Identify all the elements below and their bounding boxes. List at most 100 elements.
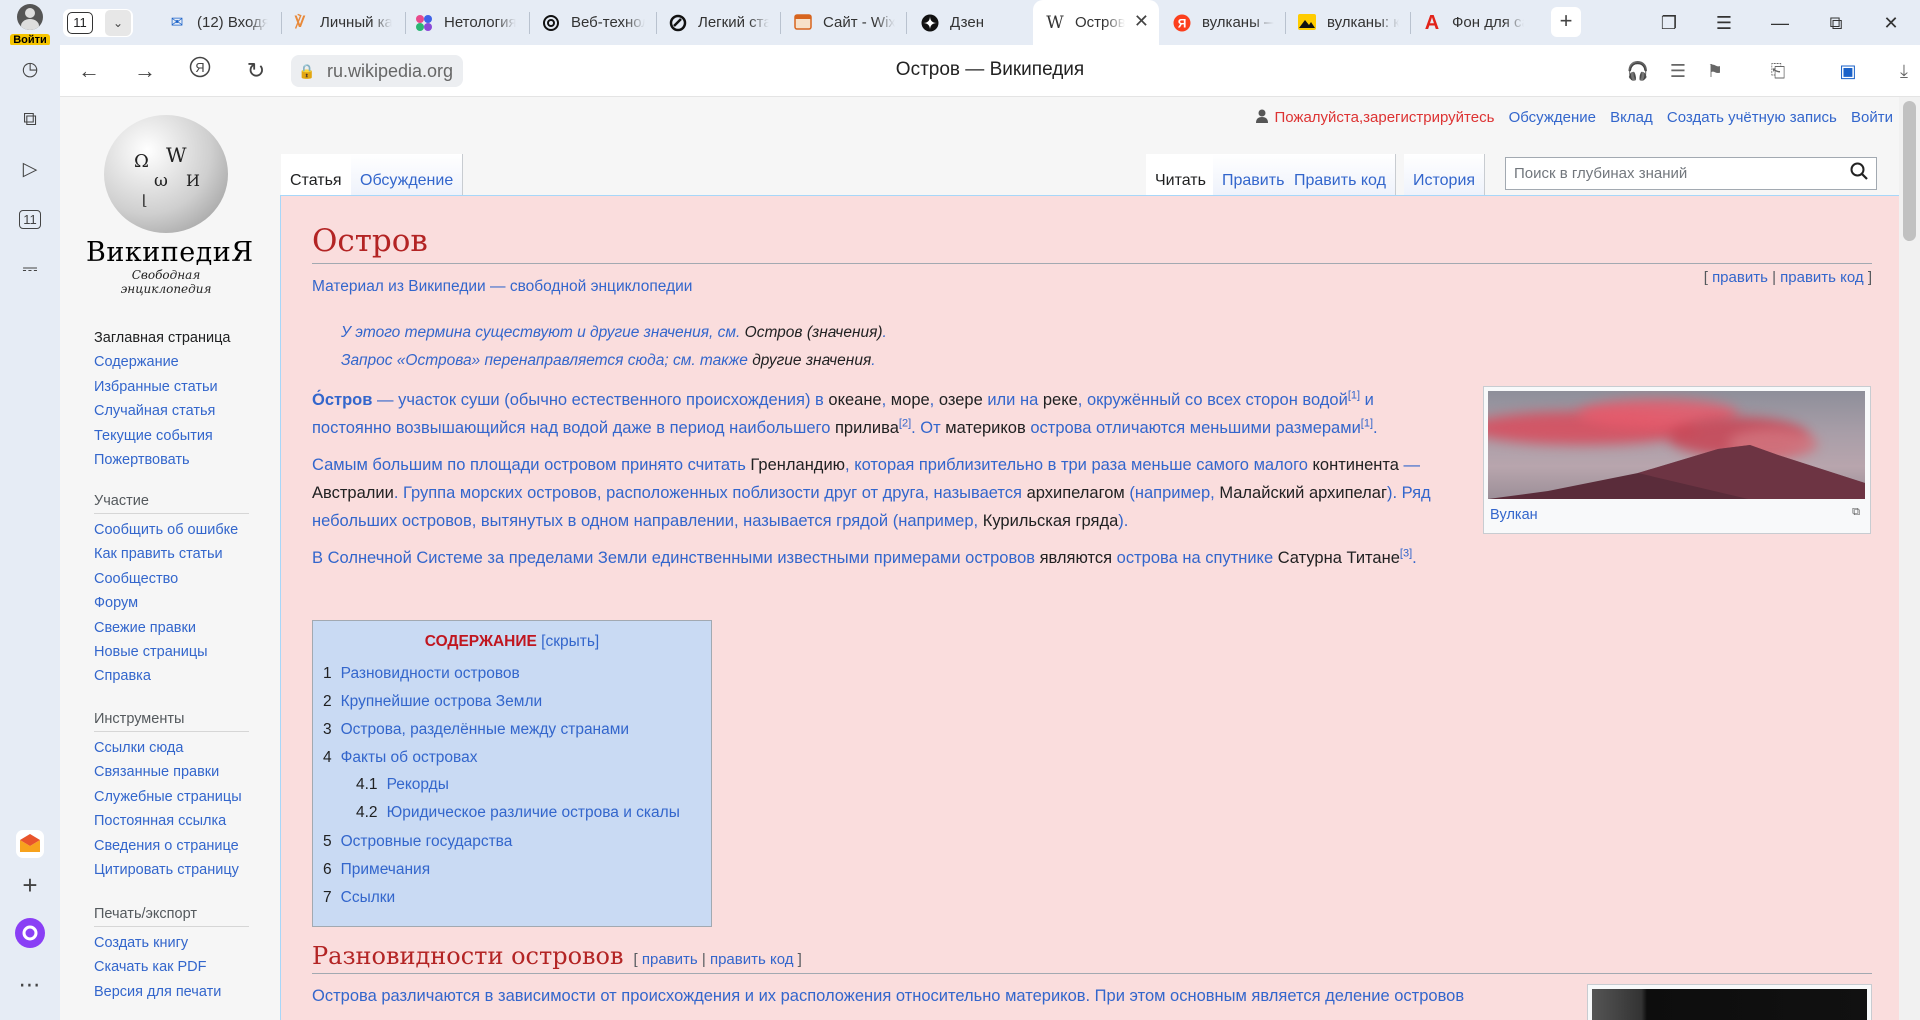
toc-item[interactable]: 2 Крупнейшие острова Земли bbox=[323, 693, 542, 711]
toc-item[interactable]: 5 Островные государства bbox=[323, 833, 512, 851]
volcano-image[interactable] bbox=[1488, 391, 1865, 499]
add-panel-icon[interactable]: + bbox=[15, 870, 45, 900]
search-icon[interactable] bbox=[1846, 161, 1872, 187]
search-input[interactable] bbox=[1506, 158, 1836, 189]
lock-icon[interactable]: 🔒 bbox=[291, 55, 323, 87]
tab-mail[interactable]: ✉ (12) Входящие bbox=[167, 5, 274, 41]
toc-item[interactable]: 7 Ссылки bbox=[323, 889, 395, 907]
reader-mode-icon[interactable]: ☰ bbox=[1663, 56, 1693, 86]
section-edit-link[interactable]: править bbox=[642, 951, 698, 968]
bookmarks-panel-icon[interactable]: ⎗ bbox=[1763, 56, 1793, 86]
yandex-home-icon[interactable]: Я bbox=[185, 56, 215, 86]
volcano-thumbnail[interactable]: Вулкан ⧉ bbox=[1483, 386, 1871, 534]
sidebar-item-donate[interactable]: Пожертвовать bbox=[94, 448, 254, 472]
page-scrollbar[interactable] bbox=[1899, 97, 1920, 1020]
tab-dzen[interactable]: Дзен bbox=[920, 5, 1028, 41]
chevron-down-icon[interactable]: ⌄ bbox=[105, 10, 131, 36]
headphones-icon[interactable]: 🎧 bbox=[1623, 56, 1653, 86]
sidebar-item-permanent-link[interactable]: Постоянная ссылка bbox=[94, 809, 254, 833]
sidebar-item-current-events[interactable]: Текущие события bbox=[94, 424, 254, 448]
toc-item[interactable]: 4 Факты об островах bbox=[323, 749, 477, 767]
sidebar-item-special-pages[interactable]: Служебные страницы bbox=[94, 785, 254, 809]
tab-site[interactable]: Сайт - Wix bbox=[793, 5, 901, 41]
toc-item[interactable]: 6 Примечания bbox=[323, 861, 430, 879]
tab-edit[interactable]: Править bbox=[1213, 154, 1295, 196]
section-thumbnail[interactable] bbox=[1587, 984, 1872, 1020]
tab-counter[interactable]: 11 ⌄ bbox=[63, 9, 133, 37]
screenshot-icon[interactable]: ⎓ bbox=[15, 255, 45, 285]
talk-link[interactable]: Обсуждение bbox=[1509, 109, 1596, 126]
wikipedia-logo[interactable]: Ω W ω И ⌊ ВикипедиЯ Свободная энциклопед… bbox=[86, 115, 253, 296]
sidebar-item-related-changes[interactable]: Связанные правки bbox=[94, 760, 254, 784]
hatnote-link-other-meanings[interactable]: другие значения bbox=[752, 352, 871, 369]
tab-netology[interactable]: Нетология bbox=[414, 5, 522, 41]
enlarge-icon[interactable]: ⧉ bbox=[1852, 506, 1860, 519]
profile-button[interactable]: Войти bbox=[10, 2, 50, 46]
login-link[interactable]: Войти bbox=[1851, 109, 1893, 126]
tab-site-background[interactable]: A Фон для сайта bbox=[1422, 5, 1530, 41]
scrollbar-thumb[interactable] bbox=[1903, 101, 1916, 241]
bookmark-icon[interactable]: ⚑ bbox=[1700, 56, 1730, 86]
tab-lesson[interactable]: ℣ Личный кабинет bbox=[290, 5, 398, 41]
section-edit-code-link[interactable]: править код bbox=[710, 951, 794, 968]
sidebar-item-create-book[interactable]: Создать книгу bbox=[94, 931, 254, 955]
more-icon[interactable]: ⋯ bbox=[15, 970, 45, 1000]
hatnote-link-meanings[interactable]: Остров (значения) bbox=[745, 324, 883, 341]
new-tab-button[interactable]: + bbox=[1551, 7, 1581, 37]
tab-edit-code[interactable]: Править код bbox=[1285, 154, 1396, 196]
sidebar-item-recent-changes[interactable]: Свежие правки bbox=[94, 616, 254, 640]
sidebar-item-how-to-edit[interactable]: Как править статьи bbox=[94, 542, 254, 566]
sidebar-item-help[interactable]: Справка bbox=[94, 664, 254, 688]
edit-link[interactable]: править bbox=[1712, 269, 1768, 286]
play-icon[interactable]: ▷ bbox=[15, 155, 45, 185]
sidebar-item-community[interactable]: Сообщество bbox=[94, 567, 254, 591]
restore-window-button[interactable]: ⧉ bbox=[1821, 8, 1851, 38]
sidebar-item-download-pdf[interactable]: Скачать как PDF bbox=[94, 955, 254, 979]
tab-discussion[interactable]: Обсуждение bbox=[351, 154, 464, 196]
toc-subitem[interactable]: 4.2 Юридическое различие острова и скалы bbox=[356, 804, 680, 822]
section-image[interactable] bbox=[1592, 989, 1867, 1020]
toc-toggle[interactable]: [скрыть] bbox=[541, 633, 599, 650]
toc-item[interactable]: 1 Разновидности островов bbox=[323, 665, 520, 683]
alice-assistant-icon[interactable] bbox=[15, 918, 45, 948]
tab-web-tech[interactable]: Веб-технологии bbox=[541, 5, 651, 41]
reload-icon[interactable]: ↻ bbox=[241, 56, 271, 86]
calendar-icon[interactable]: 11 bbox=[15, 205, 45, 235]
contributions-link[interactable]: Вклад bbox=[1610, 109, 1653, 126]
tab-yandex-volcanoes[interactable]: Я вулканы — Яндекс bbox=[1172, 5, 1280, 41]
back-icon[interactable]: ← bbox=[74, 56, 104, 86]
tabs-list-icon[interactable]: ⧉ bbox=[15, 105, 45, 135]
tab-history[interactable]: История bbox=[1404, 154, 1486, 196]
collections-icon[interactable]: ❐ bbox=[1654, 8, 1684, 38]
tab-volcano-images[interactable]: вулканы: картинки bbox=[1297, 5, 1405, 41]
sidebar-item-random[interactable]: Случайная статья bbox=[94, 399, 254, 423]
minimize-window-button[interactable]: — bbox=[1765, 8, 1795, 38]
sidebar-item-cite[interactable]: Цитировать страницу bbox=[94, 858, 254, 882]
toc-item[interactable]: 3 Острова, разделённые между странами bbox=[323, 721, 629, 739]
thumbnail-caption[interactable]: Вулкан bbox=[1490, 507, 1866, 523]
sidebar-item-forum[interactable]: Форум bbox=[94, 591, 254, 615]
toc-subitem[interactable]: 4.1 Рекорды bbox=[356, 776, 449, 794]
sidebar-item-contents[interactable]: Содержание bbox=[94, 350, 254, 374]
sidebar-item-main-page[interactable]: Заглавная страница bbox=[94, 326, 254, 350]
sidebar-item-featured[interactable]: Избранные статьи bbox=[94, 375, 254, 399]
download-icon[interactable]: ⤓ bbox=[1889, 56, 1919, 86]
mail-app-icon[interactable] bbox=[15, 830, 45, 860]
sidebar-item-print-version[interactable]: Версия для печати bbox=[94, 980, 254, 1004]
forward-icon[interactable]: → bbox=[130, 56, 160, 86]
sidebar-item-new-pages[interactable]: Новые страницы bbox=[94, 640, 254, 664]
sidebar-item-page-info[interactable]: Сведения о странице bbox=[94, 834, 254, 858]
menu-icon[interactable]: ☰ bbox=[1709, 8, 1739, 38]
sidebar-item-links-here[interactable]: Ссылки сюда bbox=[94, 736, 254, 760]
tab-wikipedia-active[interactable]: W Остров — Википедия ✕ bbox=[1033, 0, 1159, 45]
close-window-button[interactable]: ✕ bbox=[1876, 8, 1906, 38]
tab-easy-start[interactable]: Легкий старт bbox=[668, 5, 775, 41]
edit-code-link[interactable]: править код bbox=[1780, 269, 1864, 286]
tab-article[interactable]: Статья bbox=[281, 154, 352, 196]
sidebar-item-report-error[interactable]: Сообщить об ошибке bbox=[94, 518, 254, 542]
create-account-link[interactable]: Создать учётную запись bbox=[1667, 109, 1837, 126]
register-notice-link[interactable]: Пожалуйста,зарегистрируйтесь bbox=[1274, 109, 1494, 126]
close-tab-icon[interactable]: ✕ bbox=[1134, 11, 1149, 32]
tab-read[interactable]: Читать bbox=[1146, 154, 1216, 196]
translate-icon[interactable]: ▣ bbox=[1833, 56, 1863, 86]
